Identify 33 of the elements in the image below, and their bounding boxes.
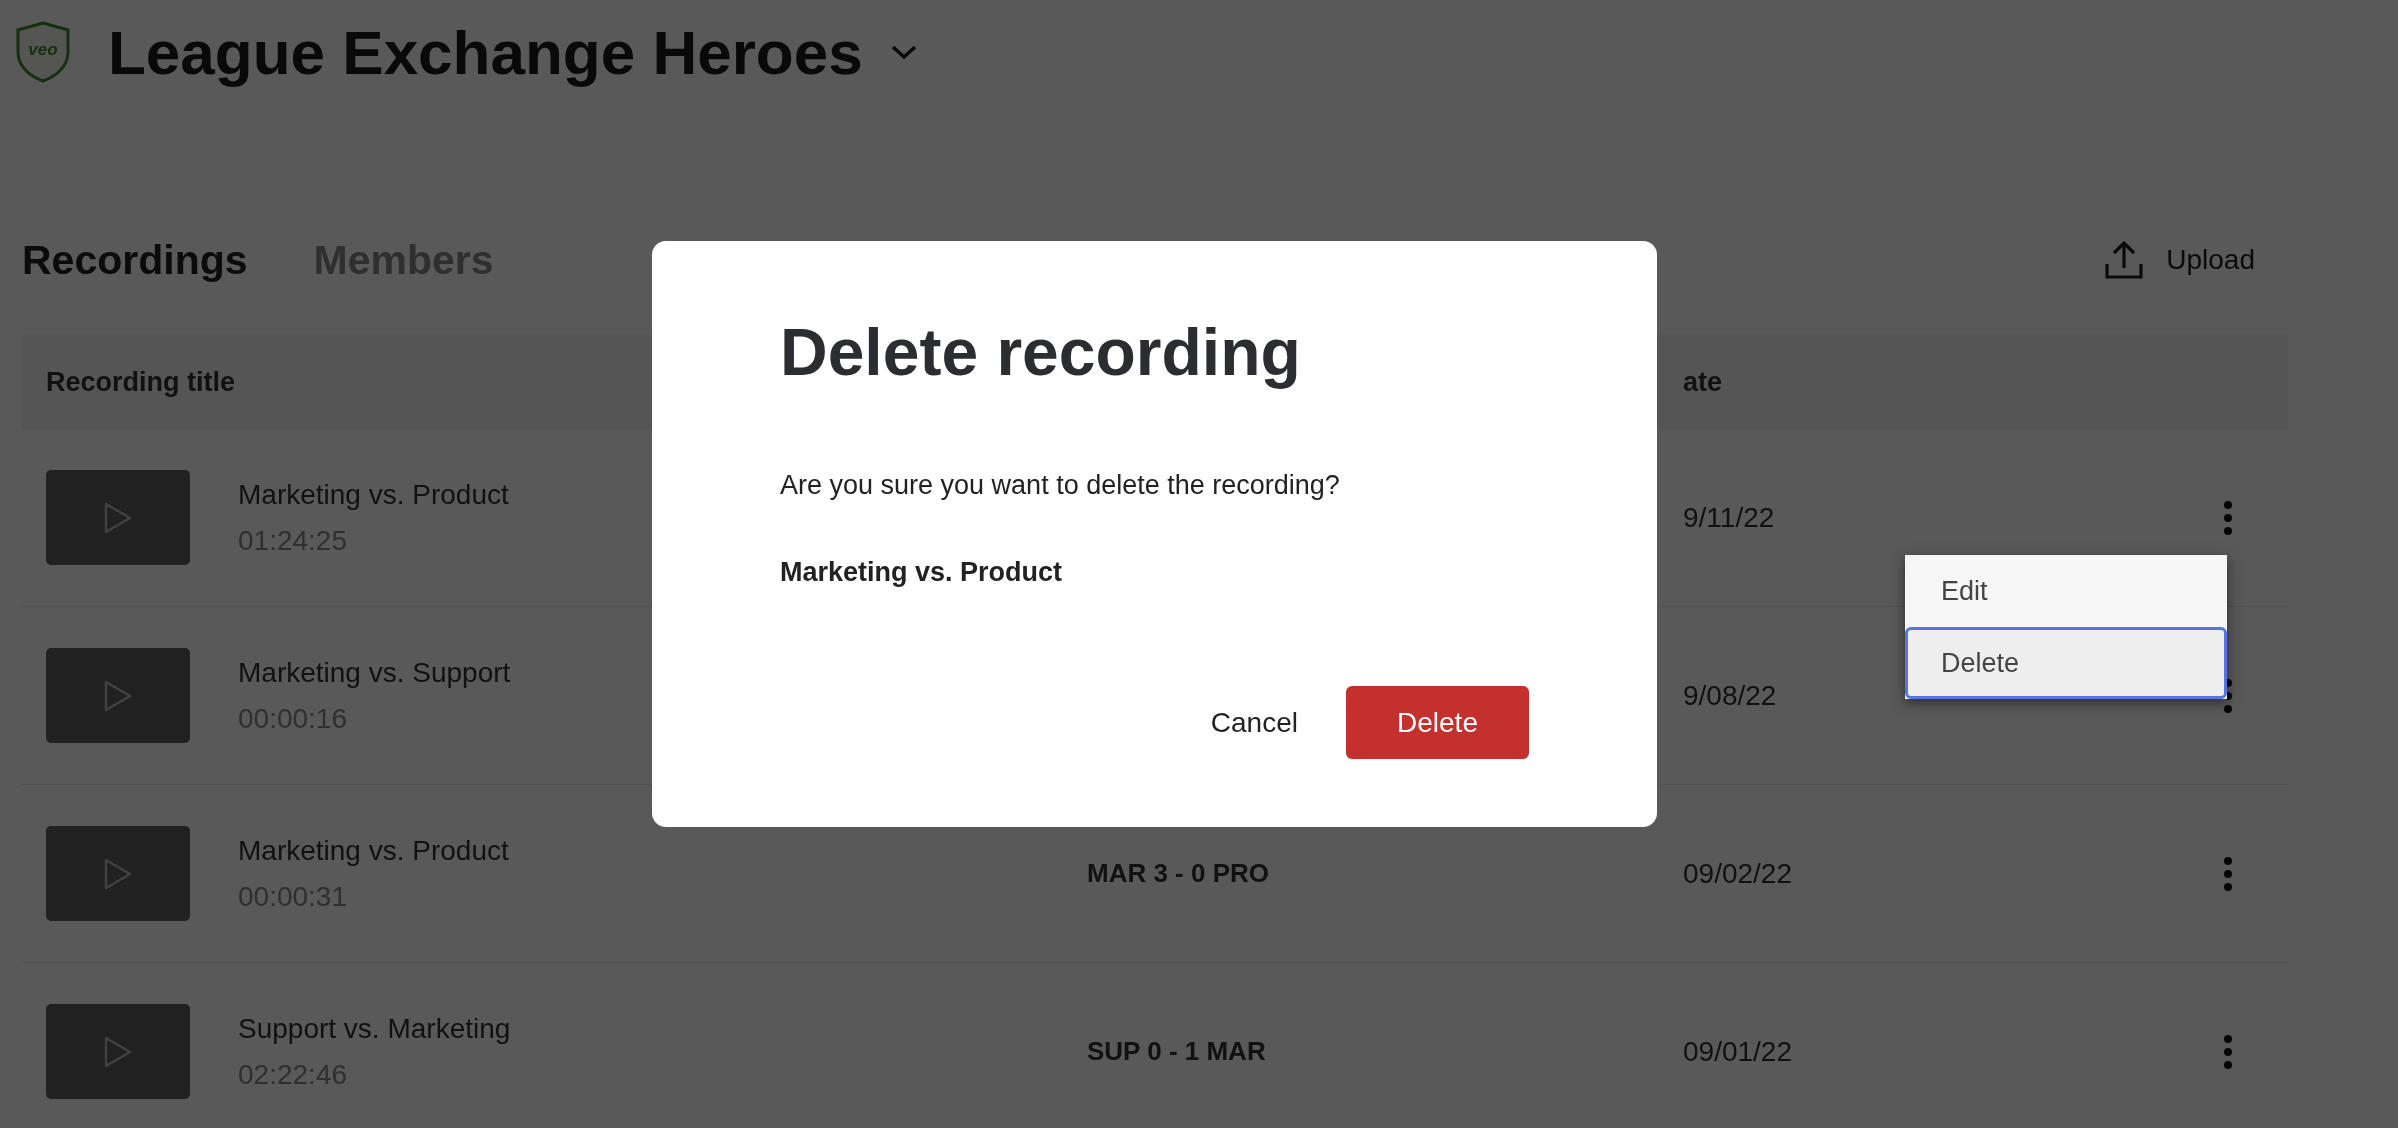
shield-logo	[16, 21, 70, 83]
column-header: ate	[1682, 366, 1724, 398]
video-thumbnail[interactable]	[46, 648, 190, 743]
match-score: MAR 3 - 0 PRO	[1087, 858, 1271, 889]
video-thumbnail[interactable]	[46, 826, 190, 921]
delete-button[interactable]: Delete	[1346, 686, 1529, 760]
recording-title: Marketing vs. Support	[238, 656, 511, 689]
play-icon	[103, 500, 133, 535]
play-icon	[103, 1034, 133, 1069]
play-icon	[103, 856, 133, 891]
recording-date: 9/11/22	[1682, 501, 1776, 534]
recording-title: Marketing vs. Product	[238, 478, 509, 511]
tab[interactable]: Recordings	[22, 236, 248, 284]
dialog-message: Are you sure you want to delete the recording?	[780, 470, 1341, 502]
recording-date: 9/08/22	[1682, 679, 1778, 712]
play-icon	[103, 678, 133, 713]
column-header: Recording title	[45, 366, 236, 398]
recording-title: Marketing vs. Product	[238, 834, 509, 867]
recording-date: 09/01/22	[1682, 1035, 1793, 1068]
team-name: League Exchange Heroes	[108, 16, 863, 88]
recording-title: Support vs. Marketing	[238, 1012, 511, 1045]
logo-text: veo	[28, 40, 58, 59]
video-thumbnail[interactable]	[46, 1004, 190, 1099]
recording-date: 09/02/22	[1682, 857, 1793, 890]
dialog-title: Delete recording	[780, 314, 1302, 391]
menu-item[interactable]: Delete	[1905, 627, 2227, 699]
match-score: SUP 0 - 1 MAR	[1087, 1036, 1267, 1067]
upload-button[interactable]: Upload	[2104, 240, 2255, 280]
video-thumbnail[interactable]	[46, 470, 190, 565]
recording-name: Marketing vs. Product	[780, 557, 1064, 589]
menu-item[interactable]: Edit	[1905, 555, 2227, 627]
cancel-button[interactable]: Cancel	[1210, 706, 1298, 739]
upload-icon	[2104, 240, 2145, 280]
